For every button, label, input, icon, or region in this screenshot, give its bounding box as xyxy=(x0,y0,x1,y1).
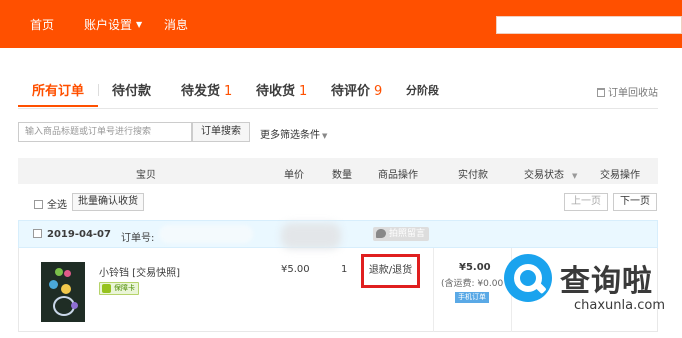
order-date: 2019-04-07 xyxy=(47,229,111,240)
top-search-input[interactable] xyxy=(496,16,682,34)
thumb-bell xyxy=(61,284,71,294)
magnifier-handle xyxy=(533,280,547,295)
tab-staged[interactable]: 分阶段 xyxy=(406,82,439,98)
order-tabs: 所有订单 待付款 待发货 1 待收货 1 待评价 9 分阶段 订单回收站 xyxy=(18,78,658,109)
tab-count: 1 xyxy=(299,84,308,99)
next-page-button[interactable]: 下一页 xyxy=(613,193,657,211)
more-filters-label: 更多筛选条件 xyxy=(260,130,320,141)
watermark-search-icon xyxy=(504,254,552,302)
thumb-bell xyxy=(55,268,63,276)
order-number-label: 订单号: xyxy=(121,233,155,244)
tab-label: 待付款 xyxy=(112,84,152,99)
order-search-button[interactable]: 订单搜索 xyxy=(192,122,250,142)
product-name-link[interactable]: 小铃铛 [交易快照] xyxy=(99,264,180,279)
thumb-bell xyxy=(49,280,58,289)
recycle-bin-label: 订单回收站 xyxy=(608,88,658,99)
tab-label: 待收货 xyxy=(256,84,296,99)
tab-pending-receipt[interactable]: 待收货 1 xyxy=(256,80,307,99)
column-header-paid: 实付款 xyxy=(458,170,488,181)
more-filters-toggle[interactable]: 更多筛选条件 ▼ xyxy=(260,126,327,141)
tab-label: 所有订单 xyxy=(32,84,85,99)
unit-price: ¥5.00 xyxy=(281,264,310,275)
tab-label: 待评价 xyxy=(331,84,371,99)
order-search-input[interactable]: 输入商品标题或订单号进行搜索 xyxy=(18,122,192,142)
watermark-url: chaxunla.com xyxy=(574,298,665,313)
tab-pending-shipment[interactable]: 待发货 1 xyxy=(181,80,232,99)
order-checkbox[interactable] xyxy=(33,229,42,238)
checkbox[interactable] xyxy=(34,200,43,209)
select-all-label: 全选 xyxy=(47,200,67,211)
tab-pending-payment[interactable]: 待付款 xyxy=(112,80,151,99)
column-header-price: 单价 xyxy=(284,170,304,181)
column-header-item-action: 商品操作 xyxy=(378,170,418,181)
column-header-trade-action: 交易操作 xyxy=(600,170,640,181)
chevron-down-icon: ▼ xyxy=(322,132,328,140)
column-header-status[interactable]: 交易状态 ▼ xyxy=(524,166,577,181)
chevron-down-icon: ▼ xyxy=(136,20,143,29)
paid-amount: ¥5.00 xyxy=(459,262,491,273)
active-tab-indicator xyxy=(18,105,98,107)
order-header: 2019-04-07 订单号: 拍照留言 xyxy=(18,220,658,249)
tab-label: 分阶段 xyxy=(406,84,439,97)
tab-label: 待发货 xyxy=(181,84,221,99)
tab-pending-review[interactable]: 待评价 9 xyxy=(331,80,382,99)
guarantee-badge-label: 保障卡 xyxy=(114,284,135,292)
mobile-order-badge: 手机订单 xyxy=(455,292,489,303)
shield-icon xyxy=(102,284,111,293)
column-header-quantity: 数量 xyxy=(332,170,352,181)
top-navbar: 首页 账户设置 ▼ 消息 xyxy=(0,0,682,48)
trash-icon xyxy=(597,88,605,97)
thumb-bell xyxy=(64,270,71,277)
tab-count: 1 xyxy=(224,84,233,99)
table-header: 宝贝 单价 数量 商品操作 实付款 交易状态 ▼ 交易操作 xyxy=(18,158,658,184)
photo-memo-button[interactable]: 拍照留言 xyxy=(373,227,430,241)
nav-messages[interactable]: 消息 xyxy=(164,17,188,33)
nav-account-settings[interactable]: 账户设置 ▼ xyxy=(84,17,142,33)
freight-info: (含运费: ¥0.00 xyxy=(441,279,504,289)
status-header-label: 交易状态 xyxy=(524,170,564,181)
tab-all-orders[interactable]: 所有订单 xyxy=(32,80,84,99)
photo-memo-label: 拍照留言 xyxy=(389,229,426,239)
prev-page-button[interactable]: 上一页 xyxy=(564,193,608,211)
column-header-item: 宝贝 xyxy=(136,170,156,181)
select-all-checkbox[interactable]: 全选 xyxy=(34,196,67,211)
watermark-text: 查询啦 xyxy=(560,264,653,299)
tab-divider xyxy=(98,84,99,96)
nav-account-settings-label: 账户设置 xyxy=(84,18,133,32)
column-divider xyxy=(433,248,434,332)
batch-confirm-receipt-button[interactable]: 批量确认收货 xyxy=(72,193,144,211)
nav-home[interactable]: 首页 xyxy=(30,17,54,33)
guarantee-badge: 保障卡 xyxy=(99,282,139,295)
refund-return-button[interactable]: 退款/退货 xyxy=(361,254,420,288)
camera-icon xyxy=(376,229,386,238)
recycle-bin-link[interactable]: 订单回收站 xyxy=(597,84,658,99)
tab-count: 9 xyxy=(374,84,383,99)
redacted-seller xyxy=(281,223,341,249)
quantity: 1 xyxy=(341,264,348,275)
chevron-down-icon: ▼ xyxy=(572,172,578,180)
thumb-bell xyxy=(71,302,78,309)
redacted-order-number xyxy=(159,225,253,243)
product-thumbnail[interactable] xyxy=(41,262,85,322)
